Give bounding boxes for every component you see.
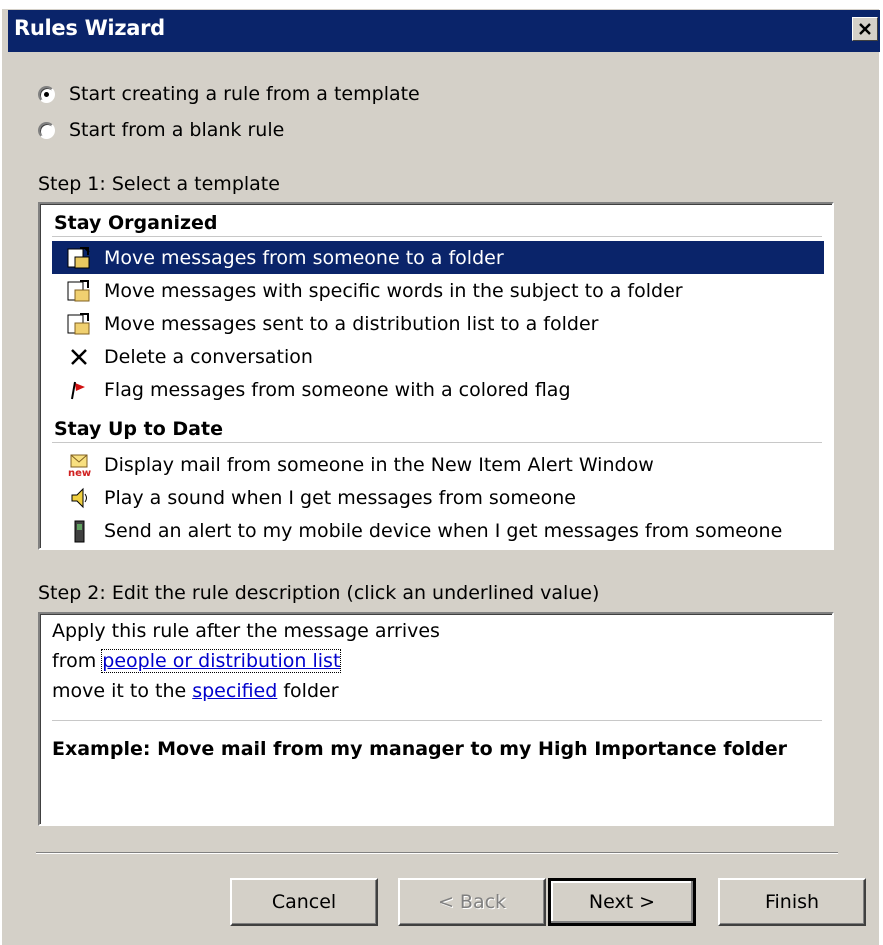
template-item-move-from-someone[interactable]: Move messages from someone to a folder <box>52 241 824 274</box>
window-title: Rules Wizard <box>14 16 165 40</box>
group-header-stay-up-to-date: Stay Up to Date <box>54 418 223 440</box>
template-item-label: Move messages from someone to a folder <box>104 246 504 269</box>
template-item-mobile-alert[interactable]: Send an alert to my mobile device when I… <box>52 514 824 547</box>
template-item-display-alert[interactable]: new Display mail from someone in the New… <box>52 448 824 481</box>
template-item-label: Move messages with specific words in the… <box>104 279 683 302</box>
template-item-move-distribution-list[interactable]: Move messages sent to a distribution lis… <box>52 307 824 340</box>
back-button[interactable]: < Back <box>398 878 546 926</box>
rule-example-text: Example: Move mail from my manager to my… <box>52 738 787 760</box>
step2-label: Step 2: Edit the rule description (click… <box>38 582 600 604</box>
template-item-label: Move messages sent to a distribution lis… <box>104 312 599 335</box>
template-item-label: Flag messages from someone with a colore… <box>104 378 571 401</box>
rule-desc-line-from: from people or distribution list <box>52 649 342 673</box>
template-item-label: Delete a conversation <box>104 345 313 368</box>
template-item-label: Play a sound when I get messages from so… <box>104 486 576 509</box>
speaker-icon <box>64 485 94 511</box>
button-separator <box>36 852 838 854</box>
delete-x-icon <box>64 344 94 370</box>
finish-button[interactable]: Finish <box>718 878 866 926</box>
radio-template-circle[interactable] <box>38 85 55 103</box>
radio-blank-circle[interactable] <box>38 121 55 139</box>
move-to-folder-icon <box>64 311 94 337</box>
template-item-label: Display mail from someone in the New Ite… <box>104 453 654 476</box>
template-item-delete-conversation[interactable]: Delete a conversation <box>52 340 824 373</box>
mobile-device-icon <box>64 518 94 544</box>
new-mail-alert-icon: new <box>64 452 94 478</box>
template-item-flag-messages[interactable]: Flag messages from someone with a colore… <box>52 373 824 406</box>
next-button[interactable]: Next > <box>548 878 696 926</box>
close-button[interactable] <box>852 17 878 41</box>
step1-label: Step 1: Select a template <box>38 173 280 195</box>
group-divider <box>52 442 822 443</box>
specified-folder-link[interactable]: specified <box>192 680 277 702</box>
template-item-label: Send an alert to my mobile device when I… <box>104 519 783 542</box>
red-flag-icon <box>64 377 94 403</box>
move-to-folder-icon <box>64 245 94 271</box>
rule-desc-line-apply: Apply this rule after the message arrive… <box>52 620 440 642</box>
cancel-button[interactable]: Cancel <box>230 878 378 926</box>
group-divider <box>52 236 822 237</box>
title-bar: Rules Wizard <box>8 10 880 52</box>
rule-desc-move-suffix: folder <box>277 680 339 702</box>
description-divider <box>52 720 822 721</box>
radio-template[interactable]: Start creating a rule from a template <box>38 81 420 107</box>
close-icon <box>859 23 871 35</box>
rule-description-panel: Apply this rule after the message arrive… <box>38 612 834 826</box>
rule-desc-move-prefix: move it to the <box>52 680 193 702</box>
template-item-move-specific-words[interactable]: Move messages with specific words in the… <box>52 274 824 307</box>
radio-blank-label: Start from a blank rule <box>69 119 285 141</box>
rule-desc-from-prefix: from <box>52 650 103 672</box>
radio-blank[interactable]: Start from a blank rule <box>38 117 284 143</box>
template-item-play-sound[interactable]: Play a sound when I get messages from so… <box>52 481 824 514</box>
radio-template-label: Start creating a rule from a template <box>69 83 420 105</box>
rule-desc-line-move: move it to the specified folder <box>52 680 339 702</box>
template-list[interactable]: Stay Organized Move messages from someon… <box>38 202 834 550</box>
move-to-folder-icon <box>64 278 94 304</box>
people-or-distribution-list-link[interactable]: people or distribution list <box>101 649 342 673</box>
svg-text:new: new <box>68 468 91 477</box>
group-header-stay-organized: Stay Organized <box>54 212 218 234</box>
